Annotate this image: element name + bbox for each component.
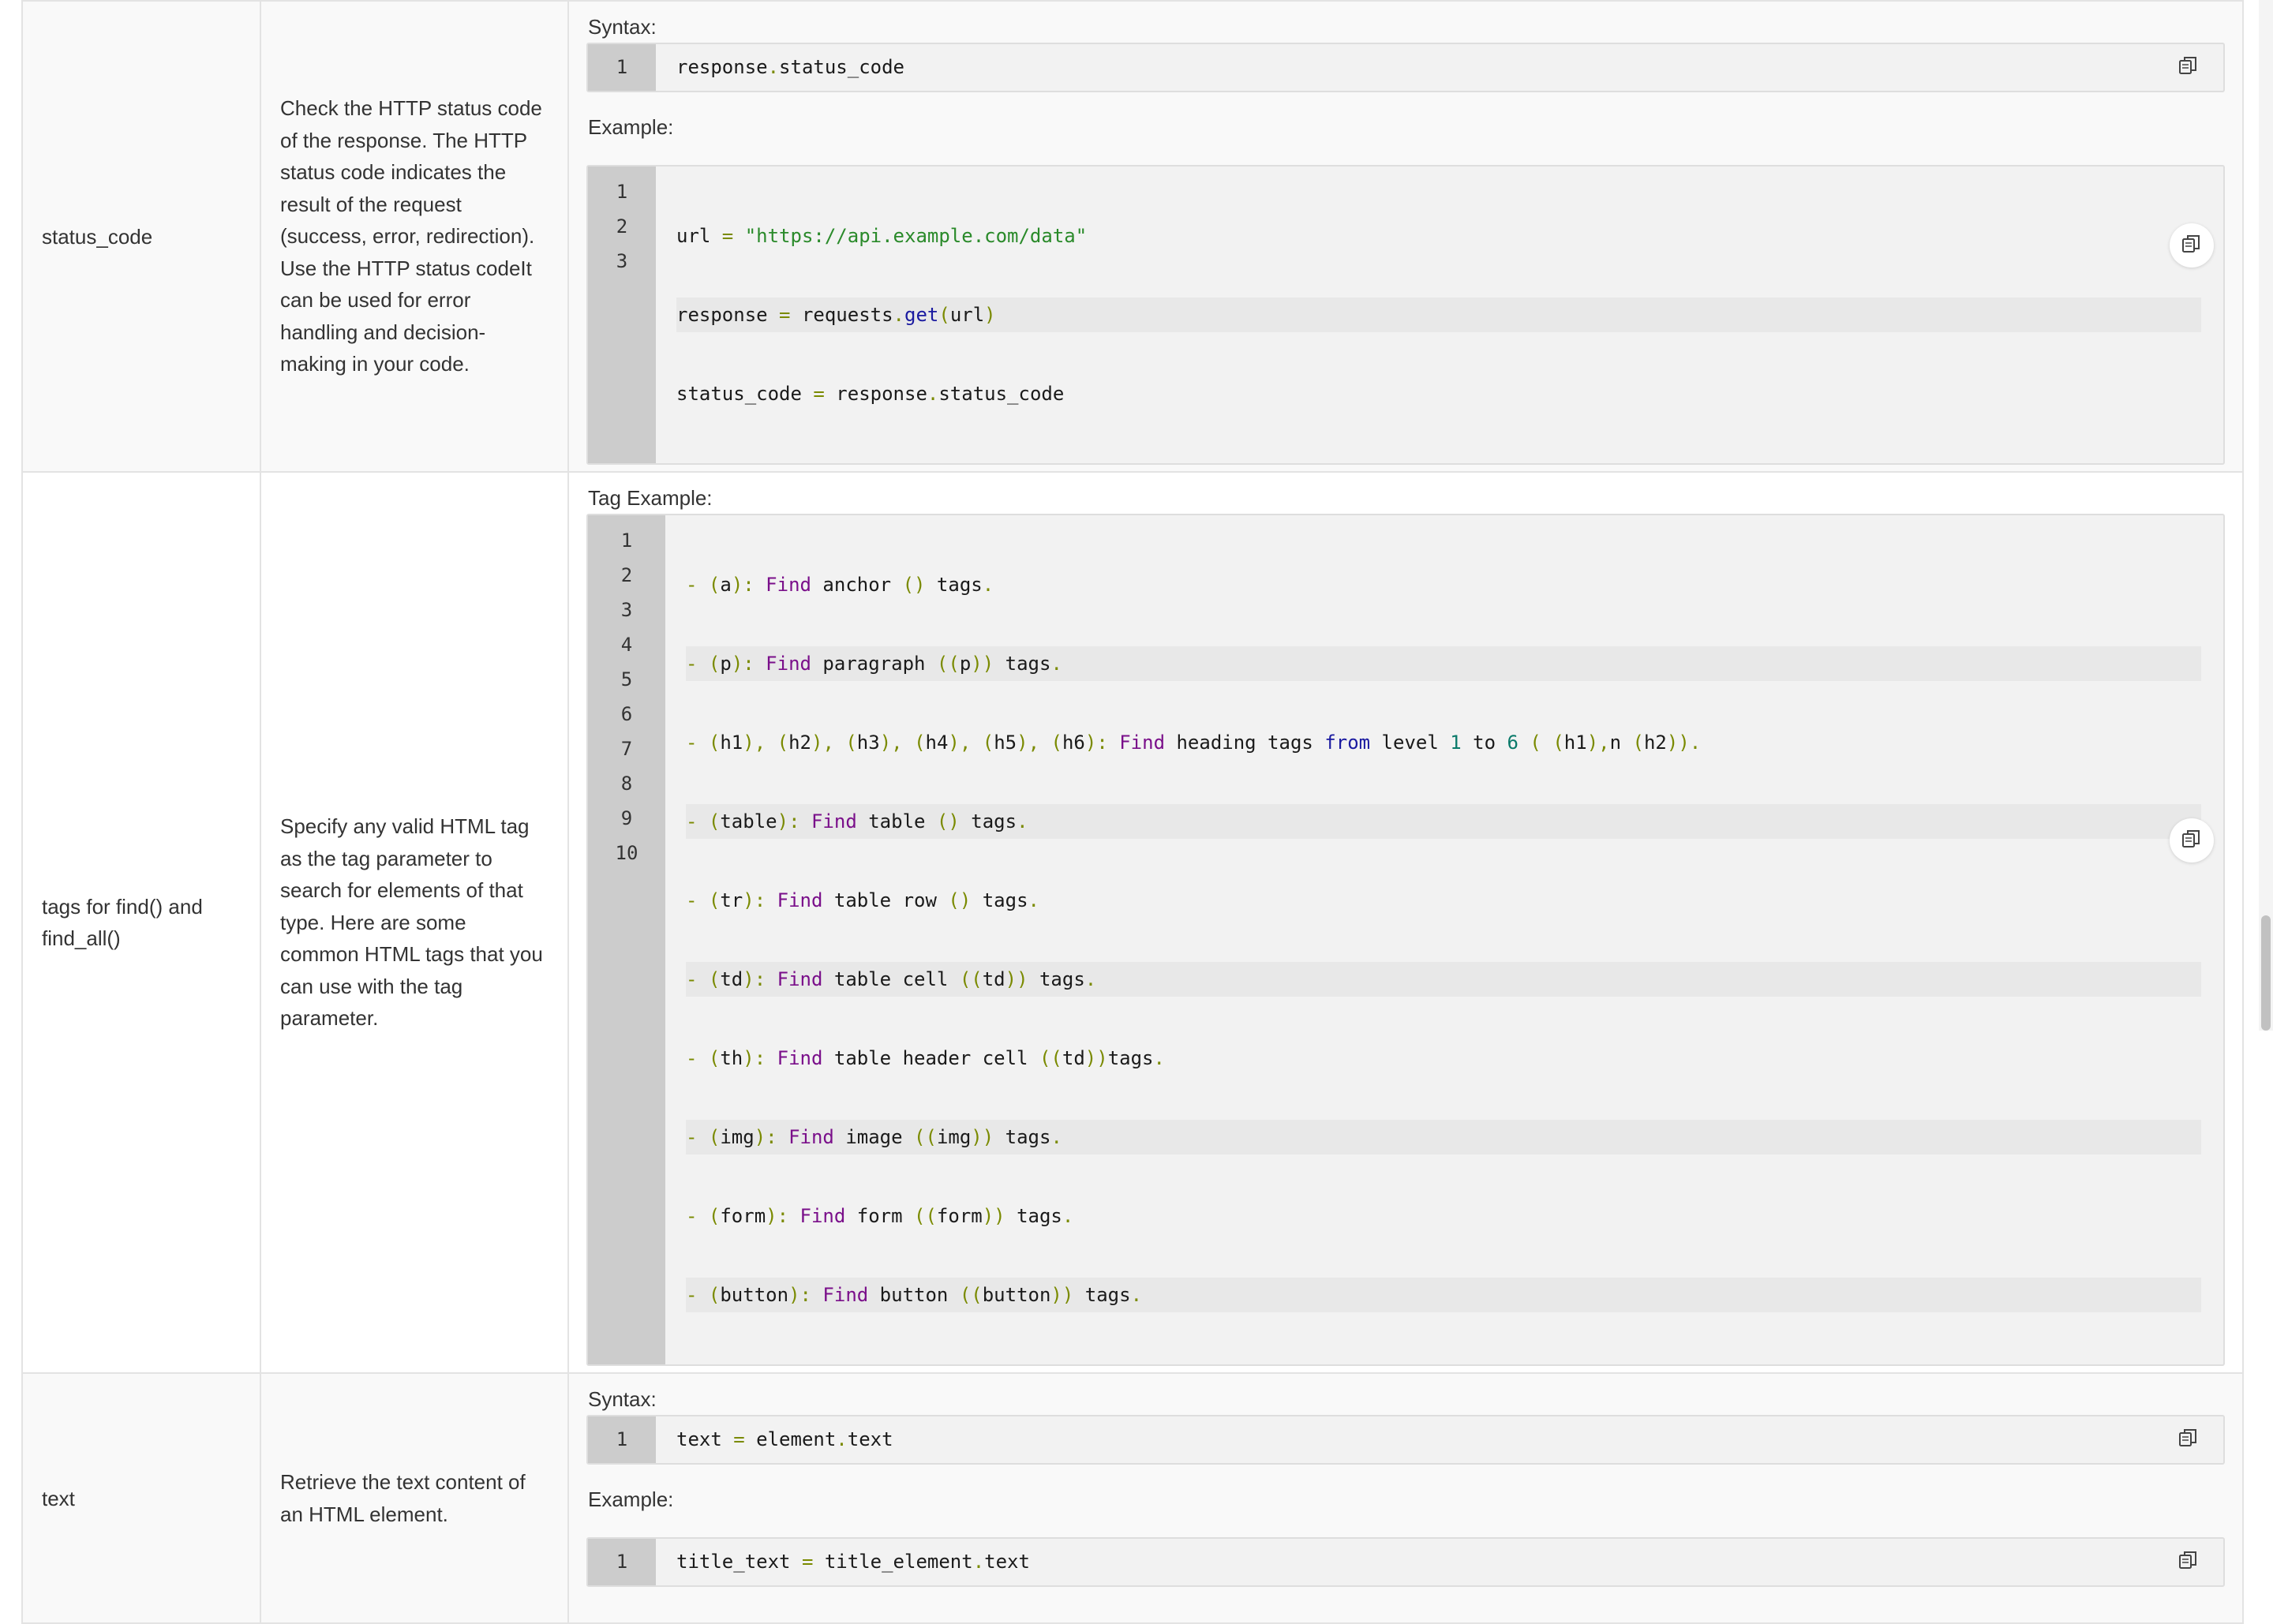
line-numbers: 1	[588, 1416, 656, 1463]
code-lines: title_text = title_element.text	[656, 1539, 2223, 1585]
methods-table: status_code Check the HTTP status code o…	[21, 0, 2244, 1624]
code-line: response.status_code	[676, 56, 904, 78]
copy-button[interactable]	[2171, 50, 2206, 84]
page: status_code Check the HTTP status code o…	[0, 0, 2273, 1624]
code-line: title_text = title_element.text	[676, 1551, 1030, 1573]
method-name-cell: tags for find() and find_all()	[21, 471, 261, 1374]
copy-icon	[2178, 55, 2199, 80]
code-line: - (a): Find anchor () tags.	[686, 574, 994, 596]
table-row: tags for find() and find_all() Specify a…	[21, 471, 2244, 1374]
description-cell: Retrieve the text content of an HTML ele…	[260, 1372, 569, 1624]
copy-icon	[2181, 829, 2202, 853]
copy-icon	[2178, 1550, 2199, 1574]
example-label: Example:	[588, 115, 674, 139]
copy-button[interactable]	[2171, 1544, 2206, 1579]
copy-icon	[2178, 1428, 2199, 1452]
syntax-code-block[interactable]: 1 text = element.text	[586, 1415, 2225, 1465]
code-line: - (tr): Find table row () tags.	[686, 889, 1039, 911]
code-line: response = requests.get(url)	[676, 297, 2201, 332]
copy-button[interactable]	[2171, 1422, 2206, 1457]
scrollbar[interactable]	[2259, 0, 2273, 1031]
code-cell: Syntax: 1 response.status_code Example: …	[567, 0, 2244, 473]
code-lines: - (a): Find anchor () tags. - (p): Find …	[665, 515, 2223, 1364]
code-line: - (table): Find table () tags.	[686, 804, 2201, 839]
method-description: Specify any valid HTML tag as the tag pa…	[280, 814, 543, 1031]
method-name-cell: status_code	[21, 0, 261, 473]
syntax-code-block[interactable]: 1 response.status_code	[586, 43, 2225, 92]
code-lines: text = element.text	[656, 1416, 2223, 1463]
copy-button[interactable]	[2170, 818, 2214, 863]
tag-example-label: Tag Example:	[588, 486, 713, 510]
code-lines: url = "https://api.example.com/data" res…	[656, 167, 2223, 463]
tag-example-code-block[interactable]: 12345 6 7 8 9 10 - (a): Find anchor () tags.…	[586, 514, 2225, 1366]
line-numbers: 1	[588, 44, 656, 91]
line-numbers: 1	[588, 1539, 656, 1585]
method-description: Check the HTTP status code of the respon…	[280, 96, 542, 376]
code-cell: Syntax: 1 text = element.text Example: 1…	[567, 1372, 2244, 1624]
example-code-block[interactable]: 123 url = "https://api.example.com/data"…	[586, 165, 2225, 465]
code-cell: Tag Example: 12345 6 7 8 9 10 - (a): Find an…	[567, 471, 2244, 1374]
code-line: - (img): Find image ((img)) tags.	[686, 1120, 2201, 1154]
method-name: status_code	[42, 224, 153, 249]
table-row: status_code Check the HTTP status code o…	[21, 0, 2244, 473]
example-label: Example:	[588, 1487, 674, 1511]
description-cell: Check the HTTP status code of the respon…	[260, 0, 569, 473]
code-line: status_code = response.status_code	[676, 383, 1065, 405]
code-line: - (p): Find paragraph ((p)) tags.	[686, 646, 2201, 681]
code-line: - (button): Find button ((button)) tags.	[686, 1278, 2201, 1312]
line-numbers: 123	[588, 167, 656, 463]
code-line: - (form): Find form ((form)) tags.	[686, 1205, 1074, 1227]
example-code-block[interactable]: 1 title_text = title_element.text	[586, 1537, 2225, 1587]
method-name: tags for find() and find_all()	[42, 895, 203, 950]
copy-button[interactable]	[2170, 223, 2214, 268]
method-name: text	[42, 1486, 75, 1510]
description-cell: Specify any valid HTML tag as the tag pa…	[260, 471, 569, 1374]
copy-icon	[2181, 234, 2202, 258]
code-line: url = "https://api.example.com/data"	[676, 225, 1088, 247]
syntax-label: Syntax:	[588, 1387, 657, 1411]
line-numbers: 12345 6 7 8 9 10	[588, 515, 665, 1364]
code-lines: response.status_code	[656, 44, 2223, 91]
code-line: - (h1), (h2), (h3), (h4), (h5), (h6): Fi…	[686, 732, 1702, 754]
code-line: text = element.text	[676, 1428, 893, 1450]
scrollbar-thumb[interactable]	[2261, 915, 2271, 1031]
syntax-label: Syntax:	[588, 15, 657, 39]
method-description: Retrieve the text content of an HTML ele…	[280, 1470, 526, 1526]
method-name-cell: text	[21, 1372, 261, 1624]
code-line: - (th): Find table header cell ((td))tag…	[686, 1047, 1165, 1069]
table-row: text Retrieve the text content of an HTM…	[21, 1372, 2244, 1624]
code-line: - (td): Find table cell ((td)) tags.	[686, 962, 2201, 997]
